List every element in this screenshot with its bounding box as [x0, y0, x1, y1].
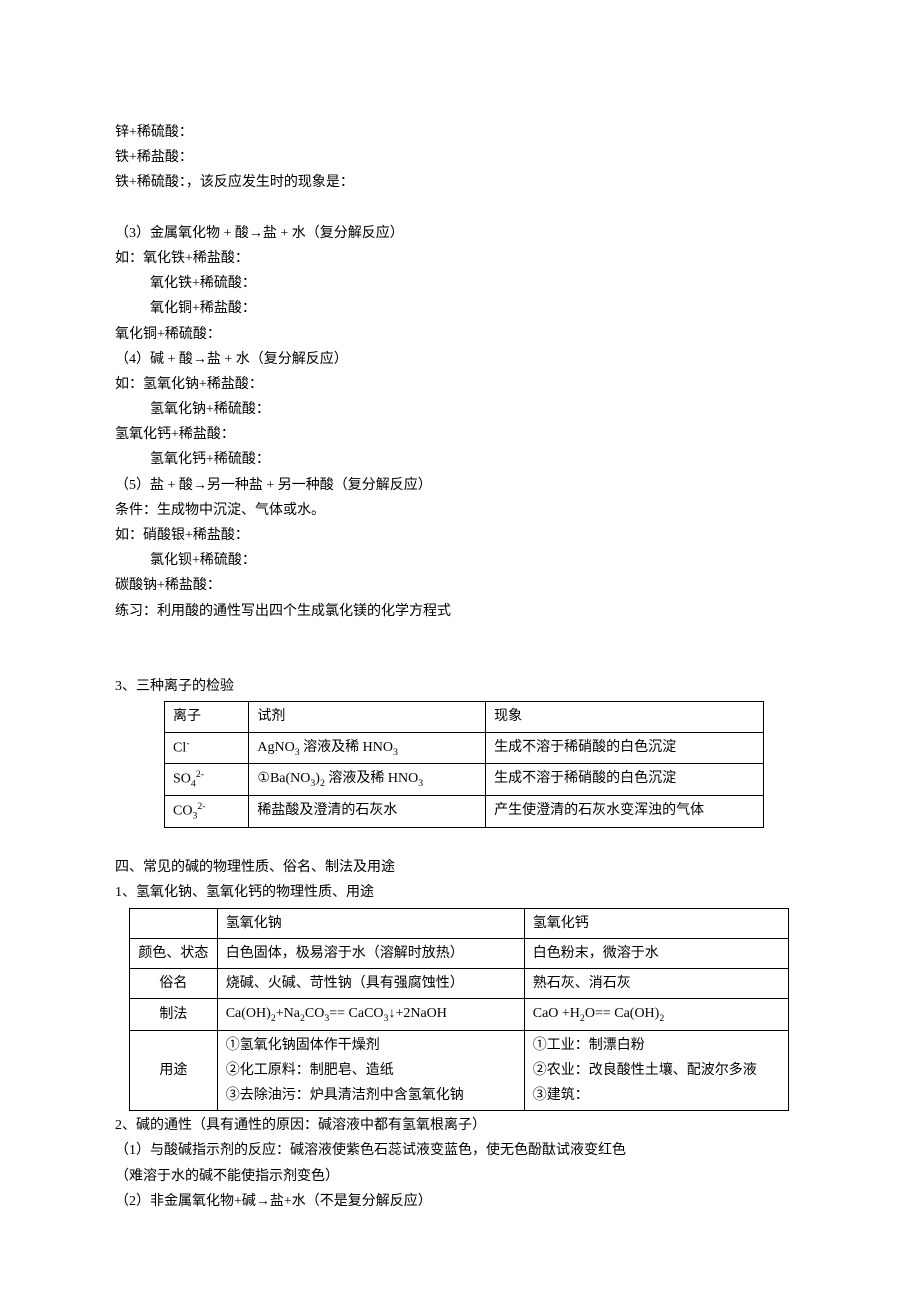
text-line: 如：硝酸银+稀盐酸：	[115, 523, 805, 548]
base-properties-table: 氢氧化钠 氢氧化钙 颜色、状态 白色固体，极易溶于水（溶解时放热） 白色粉末，微…	[129, 908, 789, 1112]
table-cell: 生成不溶于稀硝酸的白色沉淀	[486, 763, 764, 795]
text-line: 氧化铜+稀硫酸：	[115, 322, 805, 347]
list-item: ①氢氧化钠固体作干燥剂	[226, 1033, 516, 1058]
table-header: 试剂	[249, 702, 486, 732]
section-subheading: 2、碱的通性（具有通性的原因：碱溶液中都有氢氧根离子）	[115, 1113, 805, 1138]
text-line: （2）非金属氧化物+碱→盐+水（不是复分解反应）	[115, 1189, 805, 1214]
table-row: 制法 Ca(OH)2+Na2CO3== CaCO3↓+2NaOH CaO +H2…	[130, 999, 789, 1030]
text-line: （1）与酸碱指示剂的反应：碱溶液使紫色石蕊试液变蓝色，使无色酚酞试液变红色	[115, 1138, 805, 1163]
table-cell: CO32-	[165, 796, 249, 828]
table-cell: SO42-	[165, 763, 249, 795]
text-line: （4）碱 + 酸→盐 + 水（复分解反应）	[115, 347, 805, 372]
text-line: 如：氢氧化钠+稀盐酸：	[115, 372, 805, 397]
table-cell: 生成不溶于稀硝酸的白色沉淀	[486, 732, 764, 763]
list-item: ②化工原料：制肥皂、造纸	[226, 1058, 516, 1083]
table-cell: 烧碱、火碱、苛性钠（具有强腐蚀性）	[217, 969, 524, 999]
table-cell: 用途	[130, 1030, 218, 1111]
list-item: ①工业：制漂白粉	[533, 1033, 780, 1058]
table-cell: ①Ba(NO3)2 溶液及稀 HNO3	[249, 763, 486, 795]
table-header: 氢氧化钙	[524, 908, 788, 938]
table-row: 离子 试剂 现象	[165, 702, 764, 732]
table-cell: ①工业：制漂白粉 ②农业：改良酸性土壤、配波尔多液 ③建筑：	[524, 1030, 788, 1111]
list-item: ③去除油污：炉具清洁剂中含氢氧化钠	[226, 1083, 516, 1108]
text-line: 氢氧化钙+稀硫酸：	[115, 447, 805, 472]
text-line: （难溶于水的碱不能使指示剂变色）	[115, 1164, 805, 1189]
text-line: 铁+稀硫酸：，该反应发生时的现象是：	[115, 170, 805, 195]
list-item: ③建筑：	[533, 1083, 780, 1108]
list-item: ②农业：改良酸性土壤、配波尔多液	[533, 1058, 780, 1083]
text-line: （5）盐 + 酸→另一种盐 + 另一种酸（复分解反应）	[115, 473, 805, 498]
table-cell: 颜色、状态	[130, 938, 218, 968]
text-line: 练习：利用酸的通性写出四个生成氯化镁的化学方程式	[115, 599, 805, 624]
text-line: 铁+稀盐酸：	[115, 145, 805, 170]
table-row: Cl- AgNO3 溶液及稀 HNO3 生成不溶于稀硝酸的白色沉淀	[165, 732, 764, 763]
table-cell: 白色粉末，微溶于水	[524, 938, 788, 968]
table-header: 离子	[165, 702, 249, 732]
table-cell: 白色固体，极易溶于水（溶解时放热）	[217, 938, 524, 968]
text-line: 锌+稀硫酸：	[115, 120, 805, 145]
table-cell: CaO +H2O== Ca(OH)2	[524, 999, 788, 1030]
table-row: 氢氧化钠 氢氧化钙	[130, 908, 789, 938]
section-heading: 3、三种离子的检验	[115, 674, 805, 699]
table-row: 颜色、状态 白色固体，极易溶于水（溶解时放热） 白色粉末，微溶于水	[130, 938, 789, 968]
text-line: 如：氧化铁+稀盐酸：	[115, 246, 805, 271]
text-line: 碳酸钠+稀盐酸：	[115, 573, 805, 598]
table-row: 俗名 烧碱、火碱、苛性钠（具有强腐蚀性） 熟石灰、消石灰	[130, 969, 789, 999]
text-line: 氢氧化钠+稀硫酸：	[115, 397, 805, 422]
table-cell: AgNO3 溶液及稀 HNO3	[249, 732, 486, 763]
table-cell: 熟石灰、消石灰	[524, 969, 788, 999]
section-heading: 四、常见的碱的物理性质、俗名、制法及用途	[115, 855, 805, 880]
text-line: 氧化铜+稀盐酸：	[115, 296, 805, 321]
table-row: 用途 ①氢氧化钠固体作干燥剂 ②化工原料：制肥皂、造纸 ③去除油污：炉具清洁剂中…	[130, 1030, 789, 1111]
table-row: SO42- ①Ba(NO3)2 溶液及稀 HNO3 生成不溶于稀硝酸的白色沉淀	[165, 763, 764, 795]
text-line: （3）金属氧化物 + 酸→盐 + 水（复分解反应）	[115, 221, 805, 246]
table-cell	[130, 908, 218, 938]
table-row: CO32- 稀盐酸及澄清的石灰水 产生使澄清的石灰水变浑浊的气体	[165, 796, 764, 828]
text-line: 条件：生成物中沉淀、气体或水。	[115, 498, 805, 523]
table-cell: 制法	[130, 999, 218, 1030]
text-line: 氢氧化钙+稀盐酸：	[115, 422, 805, 447]
table-cell: Ca(OH)2+Na2CO3== CaCO3↓+2NaOH	[217, 999, 524, 1030]
ion-test-table: 离子 试剂 现象 Cl- AgNO3 溶液及稀 HNO3 生成不溶于稀硝酸的白色…	[164, 701, 764, 828]
text-line: 氧化铁+稀硫酸：	[115, 271, 805, 296]
table-cell: 产生使澄清的石灰水变浑浊的气体	[486, 796, 764, 828]
section-subheading: 1、氢氧化钠、氢氧化钙的物理性质、用途	[115, 880, 805, 905]
table-cell: 稀盐酸及澄清的石灰水	[249, 796, 486, 828]
table-header: 氢氧化钠	[217, 908, 524, 938]
table-header: 现象	[486, 702, 764, 732]
text-line: 氯化钡+稀硫酸：	[115, 548, 805, 573]
table-cell: 俗名	[130, 969, 218, 999]
table-cell: Cl-	[165, 732, 249, 763]
table-cell: ①氢氧化钠固体作干燥剂 ②化工原料：制肥皂、造纸 ③去除油污：炉具清洁剂中含氢氧…	[217, 1030, 524, 1111]
